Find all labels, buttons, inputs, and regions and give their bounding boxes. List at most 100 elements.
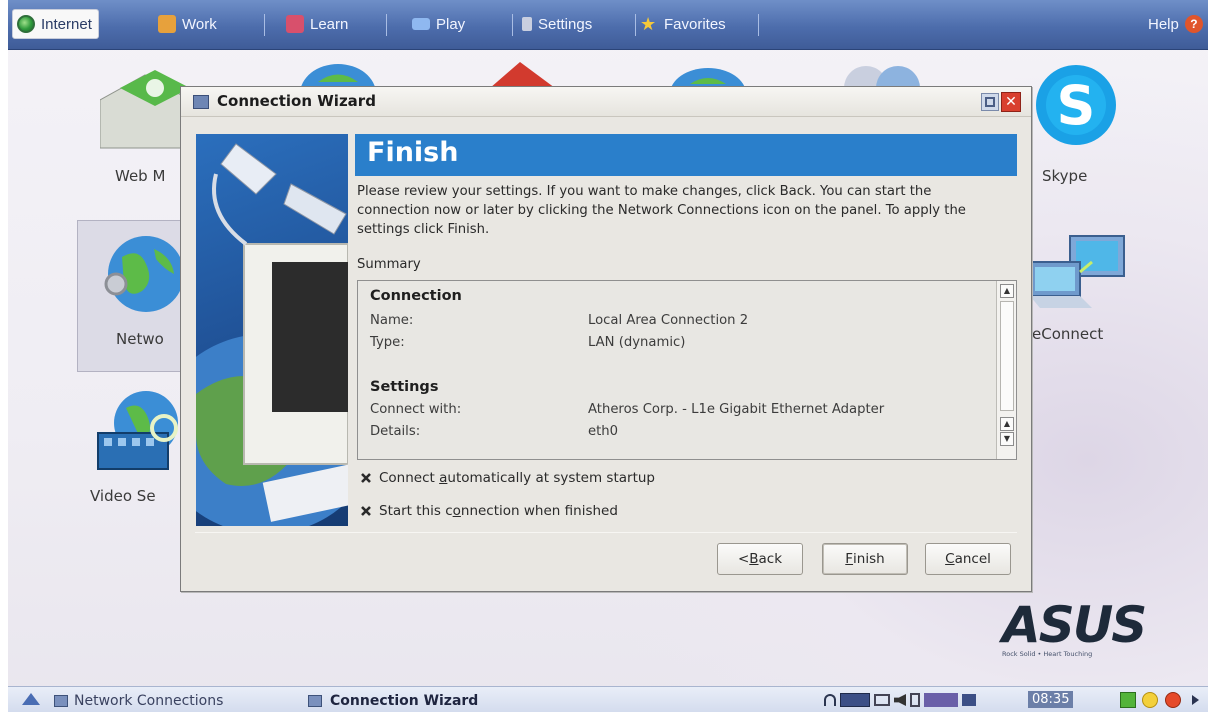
checkbox-label: Connect automatically at system startup bbox=[379, 470, 655, 486]
wifi-icon[interactable] bbox=[824, 694, 836, 706]
globe-icon bbox=[17, 15, 35, 33]
name-key: Name: bbox=[370, 313, 414, 328]
svg-text:S: S bbox=[1057, 74, 1096, 137]
briefcase-icon bbox=[158, 15, 176, 33]
asus-tagline: Rock Solid • Heart Touching bbox=[1002, 650, 1092, 658]
close-button[interactable]: ✕ bbox=[1001, 92, 1021, 112]
taskbar-item-network-connections[interactable]: Network Connections bbox=[54, 691, 223, 711]
cancel-button[interactable]: Cancel bbox=[925, 543, 1011, 575]
video-search-icon[interactable] bbox=[96, 388, 186, 473]
network-icon-selected[interactable] bbox=[77, 220, 187, 372]
divider bbox=[512, 14, 513, 36]
details-key: Details: bbox=[370, 424, 421, 439]
tab-label: Play bbox=[436, 15, 466, 33]
page-title: Finish bbox=[367, 137, 459, 168]
wizard-side-image bbox=[196, 134, 348, 526]
tab-label: Settings bbox=[538, 15, 593, 33]
help-button[interactable]: Help ? bbox=[1148, 9, 1203, 39]
wizard-page-banner: Finish bbox=[355, 134, 1017, 176]
tab-settings[interactable]: Settings bbox=[522, 9, 592, 39]
skype-icon[interactable]: S bbox=[1032, 62, 1120, 148]
back-button[interactable]: < Back bbox=[717, 543, 803, 575]
red-app-icon bbox=[480, 62, 560, 88]
tab-label: Internet bbox=[41, 15, 92, 33]
desktop-icon-label: eConnect bbox=[1032, 325, 1104, 343]
asus-logo: ASUS Rock Solid • Heart Touching bbox=[996, 596, 1166, 660]
desktop-icon-label: Video Se bbox=[90, 487, 156, 505]
star-icon: ★ bbox=[640, 14, 657, 34]
connect-with-key: Connect with: bbox=[370, 402, 462, 417]
smiley-icon[interactable] bbox=[1142, 692, 1158, 708]
display-icon[interactable] bbox=[874, 694, 890, 706]
maximize-icon bbox=[985, 97, 995, 107]
scroll-down-button[interactable]: ▼ bbox=[1000, 432, 1014, 446]
tab-favorites[interactable]: ★ Favorites bbox=[640, 9, 726, 39]
desktop-icon-label: Skype bbox=[1042, 167, 1088, 185]
gamepad-icon bbox=[412, 18, 430, 30]
help-label: Help bbox=[1148, 15, 1179, 33]
network-icon bbox=[54, 695, 68, 707]
type-key: Type: bbox=[370, 335, 405, 350]
scroll-thumb[interactable] bbox=[1000, 301, 1014, 411]
connection-heading: Connection bbox=[370, 288, 462, 304]
divider bbox=[386, 14, 387, 36]
book-icon bbox=[286, 15, 304, 33]
desktop-icon-label: Web M bbox=[115, 167, 166, 185]
network-icon bbox=[193, 95, 209, 109]
checkbox-checked-icon bbox=[359, 471, 373, 485]
tab-label: Favorites bbox=[664, 15, 726, 33]
summary-scrollbar[interactable]: ▲ ▲ ▼ bbox=[996, 281, 1016, 459]
asus-wordmark: ASUS bbox=[998, 596, 1145, 654]
econnect-icon[interactable] bbox=[1029, 232, 1128, 314]
scroll-up-button[interactable]: ▲ bbox=[1000, 284, 1014, 298]
connect-with-value: Atheros Corp. - L1e Gigabit Ethernet Ada… bbox=[588, 402, 885, 417]
checkbox-checked-icon bbox=[359, 504, 373, 518]
tab-internet[interactable]: Internet bbox=[12, 9, 99, 39]
battery-icon[interactable] bbox=[910, 693, 920, 707]
start-when-finished-checkbox[interactable]: Start this connection when finished bbox=[359, 503, 618, 519]
name-value: Local Area Connection 2 bbox=[588, 313, 749, 328]
desktop-icon-label: Netwo bbox=[116, 330, 164, 348]
system-tray bbox=[824, 690, 976, 710]
close-icon: ✕ bbox=[1005, 94, 1017, 110]
type-value: LAN (dynamic) bbox=[588, 335, 686, 350]
volume-icon[interactable] bbox=[894, 694, 906, 706]
tab-play[interactable]: Play bbox=[412, 9, 465, 39]
web-mail-icon[interactable] bbox=[99, 70, 191, 150]
taskbar-item-label: Network Connections bbox=[74, 693, 224, 709]
clock[interactable]: 08:35 bbox=[1028, 691, 1074, 708]
intro-text: Please review your settings. If you want… bbox=[357, 184, 966, 237]
tray-app-icon[interactable] bbox=[924, 693, 958, 707]
taskbar-item-label: Connection Wizard bbox=[330, 693, 479, 709]
summary-label: Summary bbox=[357, 257, 421, 272]
dialog-title: Connection Wizard bbox=[217, 92, 376, 110]
maximize-button[interactable] bbox=[981, 93, 999, 111]
connection-wizard-dialog: Connection Wizard ✕ Finish Please review… bbox=[180, 86, 1032, 592]
taskbar: Network Connections Connection Wizard 08… bbox=[8, 686, 1208, 712]
arrow-right-icon[interactable] bbox=[1192, 695, 1199, 705]
top-menu-bar: Internet Work Learn Play Settings ★ Favo… bbox=[8, 0, 1208, 50]
summary-panel[interactable]: Connection Name: Local Area Connection 2… bbox=[357, 280, 1017, 460]
dialog-titlebar[interactable]: Connection Wizard ✕ bbox=[181, 87, 1031, 117]
taskbar-item-connection-wizard[interactable]: Connection Wizard bbox=[308, 691, 478, 711]
divider bbox=[635, 14, 636, 36]
finish-button[interactable]: Finish bbox=[822, 543, 908, 575]
divider bbox=[264, 14, 265, 36]
desktop-switch-icon[interactable] bbox=[1120, 692, 1136, 708]
home-icon[interactable] bbox=[22, 693, 40, 705]
globe-icon bbox=[668, 68, 748, 120]
scroll-up-button[interactable]: ▲ bbox=[1000, 417, 1014, 431]
tab-label: Work bbox=[182, 15, 217, 33]
tab-learn[interactable]: Learn bbox=[286, 9, 348, 39]
tab-work[interactable]: Work bbox=[158, 9, 217, 39]
people-icon bbox=[836, 58, 926, 110]
shutdown-icon[interactable] bbox=[1165, 692, 1181, 708]
checkbox-label: Start this connection when finished bbox=[379, 503, 618, 519]
auto-connect-checkbox[interactable]: Connect automatically at system startup bbox=[359, 470, 655, 486]
network-tray-icon[interactable] bbox=[840, 693, 870, 707]
wrench-icon bbox=[522, 17, 532, 31]
keyboard-icon[interactable] bbox=[962, 694, 976, 706]
settings-heading: Settings bbox=[370, 379, 439, 395]
button-bar-divider bbox=[195, 532, 1017, 533]
help-icon: ? bbox=[1184, 15, 1203, 33]
